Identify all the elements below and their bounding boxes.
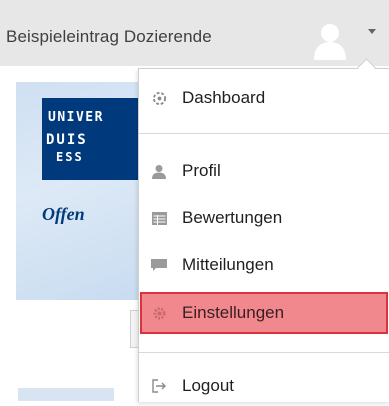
menu-item-mitteilungen[interactable]: Mitteilungen (140, 245, 388, 285)
menu-item-label: Logout (182, 376, 234, 395)
avatar-icon[interactable] (312, 20, 348, 60)
gear-icon (151, 305, 167, 321)
dashboard-icon (151, 90, 167, 106)
user-name[interactable]: Beispieleintrag Dozierende (6, 27, 212, 47)
user-icon (151, 163, 167, 179)
university-logo: UNIVER DUIS ESS (42, 98, 142, 180)
grades-icon (151, 210, 167, 226)
menu-item-dashboard[interactable]: Dashboard (140, 78, 388, 118)
logo-text-line-1: UNIVER (48, 110, 104, 125)
logo-text-line-3: ESS (56, 150, 84, 164)
menu-item-profil[interactable]: Profil (140, 151, 388, 191)
menu-item-label: Bewertungen (182, 208, 283, 227)
chevron-down-icon[interactable] (368, 29, 376, 34)
logo-text-line-2: DUIS (46, 132, 88, 148)
banner-tagline: Offen (42, 204, 85, 224)
menu-item-einstellungen[interactable]: Einstellungen (140, 292, 388, 334)
logout-icon (151, 378, 167, 394)
menu-item-label: Profil (182, 161, 221, 180)
menu-item-label: Einstellungen (182, 303, 285, 322)
menu-item-logout[interactable]: Logout (140, 366, 388, 406)
user-menu-bar[interactable]: Beispieleintrag Dozierende (0, 0, 389, 66)
menu-item-label: Mitteilungen (182, 255, 274, 274)
menu-item-label: Dashboard (182, 88, 266, 107)
menu-divider (139, 133, 389, 134)
menu-divider (139, 352, 389, 353)
menu-item-bewertungen[interactable]: Bewertungen (140, 198, 388, 238)
message-icon (151, 257, 167, 273)
background-block (18, 388, 114, 401)
